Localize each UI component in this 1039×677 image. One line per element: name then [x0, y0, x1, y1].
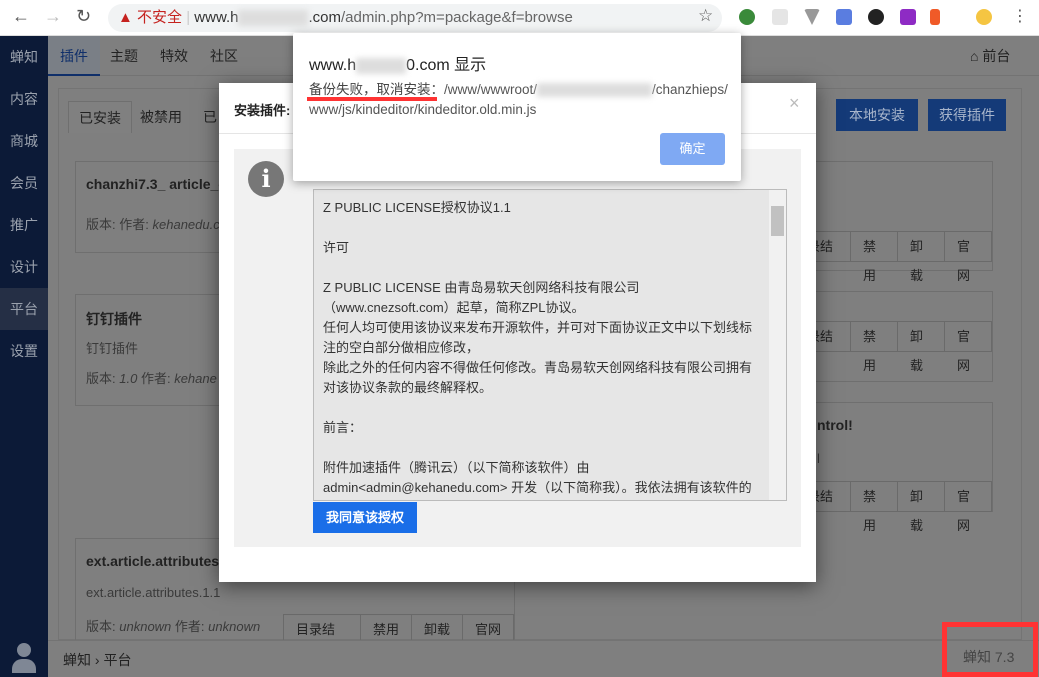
disable-button[interactable]: 禁用: [851, 322, 898, 373]
extension-icon[interactable]: [772, 9, 788, 25]
bookmark-star-icon[interactable]: ☆: [698, 6, 713, 26]
tab-community[interactable]: 社区: [198, 36, 250, 76]
sidebar-item-promotion[interactable]: 推广: [0, 204, 48, 246]
url-host-suffix: .com: [308, 9, 341, 26]
alert-message: 备份失败，取消安装 ：/www/wwwroot//chanzhieps/ www/…: [307, 82, 728, 117]
uninstall-button[interactable]: 卸载: [898, 232, 945, 283]
version-label: 蝉知 7.3: [963, 649, 1015, 665]
modal-title: 安装插件:: [234, 103, 291, 118]
license-line: 前言：: [323, 420, 363, 435]
extension-icon[interactable]: [930, 9, 940, 25]
info-icon: i: [248, 161, 284, 197]
alert-title: www.h 0.com 显示: [309, 57, 487, 74]
plugin-title: 钉钉插件: [86, 311, 142, 327]
extension-icon[interactable]: [900, 9, 916, 25]
uninstall-button[interactable]: 卸载: [898, 322, 945, 373]
sidebar: 蝉知 内容 商城 会员 推广 设计 平台 设置: [0, 36, 48, 677]
back-icon[interactable]: ←: [12, 6, 30, 27]
disable-button[interactable]: 禁用: [851, 232, 898, 283]
browser-toolbar: ← → ↻ ▲ 不安全 | www.h .com/admin.php?m=pack…: [0, 0, 1039, 36]
plugin-desc: 钉钉插件: [86, 341, 139, 356]
warning-icon: ▲: [118, 9, 133, 26]
local-install-button[interactable]: 本地安装: [836, 99, 918, 131]
tab-plugins[interactable]: 插件: [48, 36, 100, 76]
license-line: 附件加速插件（腾讯云）（以下简称该软件）由 admin<admin@kehane…: [323, 460, 752, 495]
get-plugins-button[interactable]: 获得插件: [928, 99, 1006, 131]
extension-icon[interactable]: [739, 9, 755, 25]
plugin-meta: 版本: 作者: kehanedu.c: [86, 217, 220, 232]
close-icon[interactable]: ×: [789, 93, 800, 114]
address-bar[interactable]: ▲ 不安全 | www.h .com/admin.php?m=package&f=…: [108, 4, 722, 32]
website-button[interactable]: 官网: [945, 322, 991, 373]
profile-avatar[interactable]: [976, 9, 992, 25]
reload-icon[interactable]: ↻: [76, 6, 91, 27]
breadcrumb: 蝉知 › 平台: [63, 652, 132, 668]
extension-icon[interactable]: [836, 9, 852, 25]
uninstall-button[interactable]: 卸载: [898, 482, 945, 533]
agree-button[interactable]: 我同意该授权: [313, 502, 417, 533]
browser-alert-dialog: www.h 0.com 显示 备份失败，取消安装 ：/www/wwwroot//ch…: [293, 33, 741, 181]
plugin-title: ntrol!: [817, 417, 853, 433]
scrollbar[interactable]: [769, 190, 786, 500]
alert-error-highlight: 备份失败，取消安装: [307, 82, 437, 101]
sidebar-item-design[interactable]: 设计: [0, 246, 48, 288]
license-line: Z PUBLIC LICENSE授权协议1.1: [323, 200, 511, 215]
frontend-label: 前台: [982, 48, 1011, 64]
bottom-bar: 蝉知 › 平台: [48, 640, 1039, 677]
plugin-desc: l: [817, 451, 820, 466]
url-path: /admin.php?m=package&f=browse: [341, 9, 573, 26]
menu-icon[interactable]: ⋮: [1012, 6, 1028, 26]
sidebar-item-home[interactable]: 蝉知: [0, 36, 48, 78]
plugin-title: chanzhi7.3_ article_cu: [86, 176, 235, 192]
user-avatar-icon[interactable]: [12, 643, 36, 677]
extension-icon[interactable]: [804, 9, 820, 25]
tab-effects[interactable]: 特效: [148, 36, 200, 76]
website-button[interactable]: 官网: [945, 232, 991, 283]
insecure-label: 不安全: [137, 9, 183, 26]
plugin-meta: 版本: unknown 作者: unknown: [86, 619, 261, 634]
forward-icon[interactable]: →: [44, 6, 62, 27]
tab-themes[interactable]: 主题: [98, 36, 150, 76]
sidebar-item-platform[interactable]: 平台: [0, 288, 48, 330]
plugin-desc: ext.article.attributes.1.1: [86, 585, 221, 600]
plugin-title: ext.article.attributes.1: [86, 553, 231, 569]
website-button[interactable]: 官网: [945, 482, 991, 533]
license-line: 许可: [323, 240, 350, 255]
sidebar-item-shop[interactable]: 商城: [0, 120, 48, 162]
url-host: www.h: [194, 9, 239, 26]
disable-button[interactable]: 禁用: [851, 482, 898, 533]
license-line: Z PUBLIC LICENSE 由青岛易软天创网络科技有限公司（www.cne…: [323, 280, 753, 395]
subtab-disabled[interactable]: 被禁用: [130, 101, 192, 133]
home-icon: ⌂: [970, 48, 979, 64]
frontend-link[interactable]: ⌂ 前台: [958, 36, 1022, 76]
sidebar-item-settings[interactable]: 设置: [0, 330, 48, 372]
license-area: i Z PUBLIC LICENSE授权协议1.1 许可 Z PUBLIC LI…: [234, 149, 801, 547]
ok-button[interactable]: 确定: [660, 133, 725, 165]
plugin-meta: 版本: 1.0 作者: kehane: [86, 371, 217, 386]
breadcrumb-current: 平台: [103, 652, 132, 668]
subtab-installed[interactable]: 已安装: [68, 101, 132, 133]
license-textarea[interactable]: Z PUBLIC LICENSE授权协议1.1 许可 Z PUBLIC LICE…: [313, 189, 787, 501]
breadcrumb-home[interactable]: 蝉知: [63, 652, 91, 668]
extension-icon[interactable]: [868, 9, 884, 25]
sidebar-item-members[interactable]: 会员: [0, 162, 48, 204]
sidebar-item-content[interactable]: 内容: [0, 78, 48, 120]
